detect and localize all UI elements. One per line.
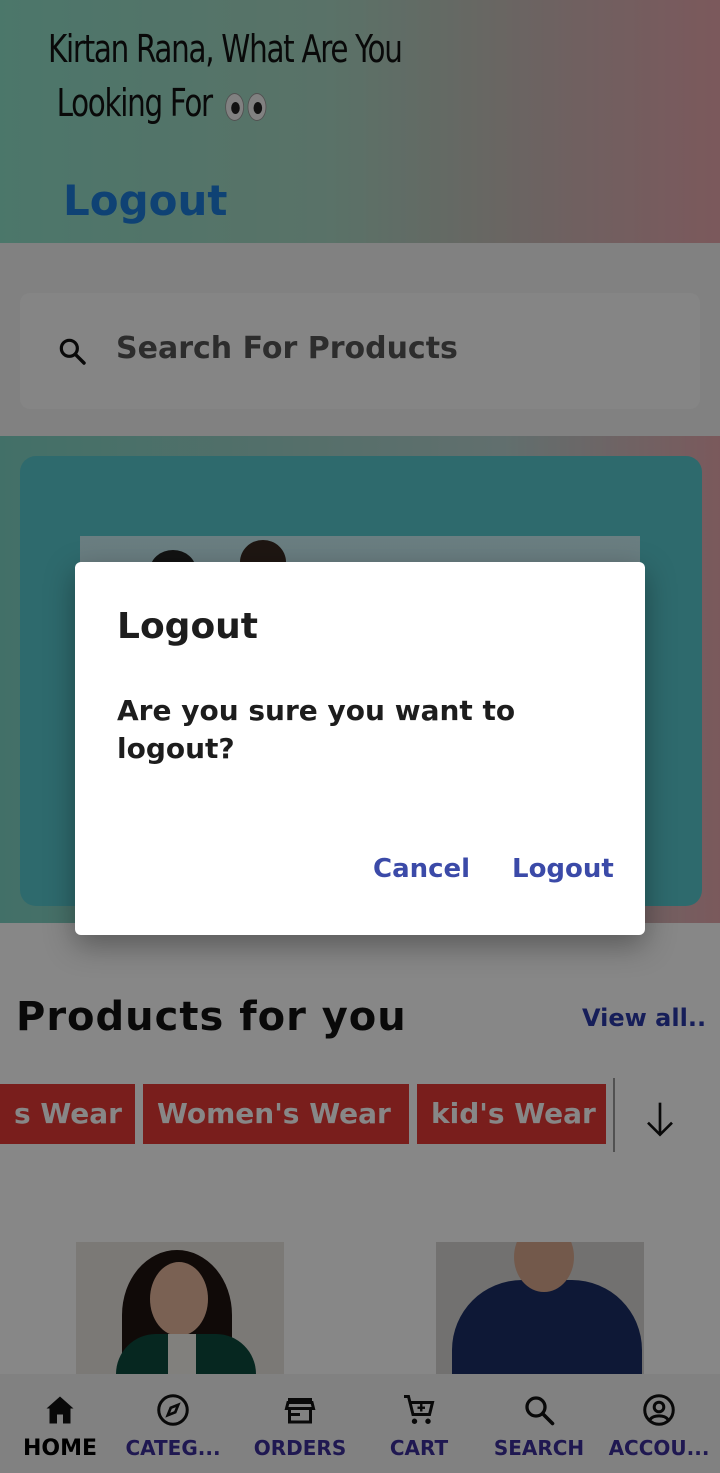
logout-dialog: Logout Are you sure you want to logout? … [75, 562, 645, 935]
cancel-button[interactable]: Cancel [373, 854, 470, 884]
dialog-message: Are you sure you want to logout? [117, 694, 516, 765]
confirm-logout-button[interactable]: Logout [512, 854, 614, 884]
dialog-title: Logout [117, 606, 259, 647]
